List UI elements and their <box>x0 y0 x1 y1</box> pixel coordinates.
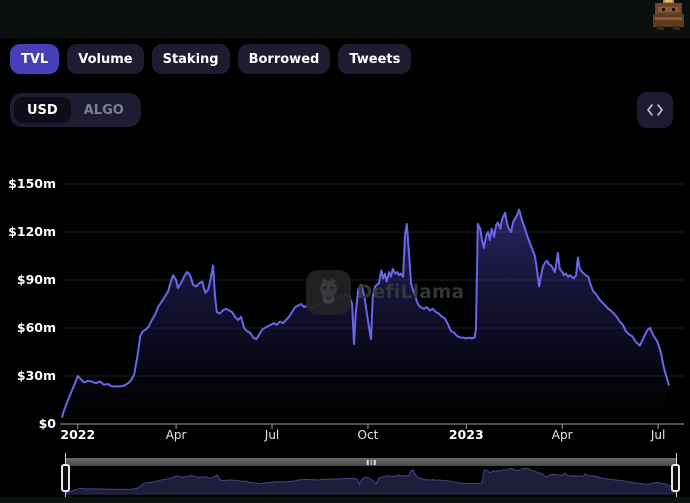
minimap-area <box>65 468 677 494</box>
x-axis-label: Apr <box>552 428 573 442</box>
tvl-chart-page: TVL Volume Staking Borrowed Tweets USD A… <box>0 0 690 503</box>
tvl-area-chart[interactable]: $150m $120m $90m $60m $30m $0 2022 Apr Jul Oct 202… <box>0 140 690 450</box>
tab-tvl[interactable]: TVL <box>10 44 59 74</box>
code-embed-icon <box>645 103 665 117</box>
x-axis-label: Oct <box>358 428 379 442</box>
currency-option-algo[interactable]: ALGO <box>71 97 137 123</box>
range-handle-left[interactable] <box>61 464 70 492</box>
x-axis-label: 2023 <box>449 428 484 442</box>
time-range-slider <box>0 452 690 498</box>
y-axis-label: $60m <box>4 321 56 335</box>
chart-tabs: TVL Volume Staking Borrowed Tweets <box>10 44 411 74</box>
y-axis-label: $120m <box>4 225 56 239</box>
tab-staking[interactable]: Staking <box>152 44 230 74</box>
x-axis-label: 2022 <box>60 428 95 442</box>
y-axis-label: $0 <box>4 417 56 431</box>
bottom-strip <box>0 497 690 503</box>
currency-option-usd[interactable]: USD <box>14 97 71 123</box>
x-axis-label: Apr <box>166 428 187 442</box>
y-axis-label: $30m <box>4 369 56 383</box>
top-strip <box>0 0 690 38</box>
tab-tweets[interactable]: Tweets <box>338 44 411 74</box>
y-axis-label: $150m <box>4 177 56 191</box>
embed-chart-button[interactable] <box>637 92 673 128</box>
x-axis-label: Jul <box>651 428 665 442</box>
drag-grip-icon[interactable] <box>367 460 376 465</box>
pixel-bear-mascot-icon <box>652 0 685 30</box>
range-slider-track[interactable] <box>65 458 677 466</box>
range-handle-right[interactable] <box>671 464 680 492</box>
tab-borrowed[interactable]: Borrowed <box>238 44 331 74</box>
y-axis-label: $90m <box>4 273 56 287</box>
chart-canvas <box>0 140 690 450</box>
tab-volume[interactable]: Volume <box>67 44 143 74</box>
x-axis-label: Jul <box>265 428 279 442</box>
minimap-chart <box>65 466 677 496</box>
currency-toggle: USD ALGO <box>10 93 141 127</box>
